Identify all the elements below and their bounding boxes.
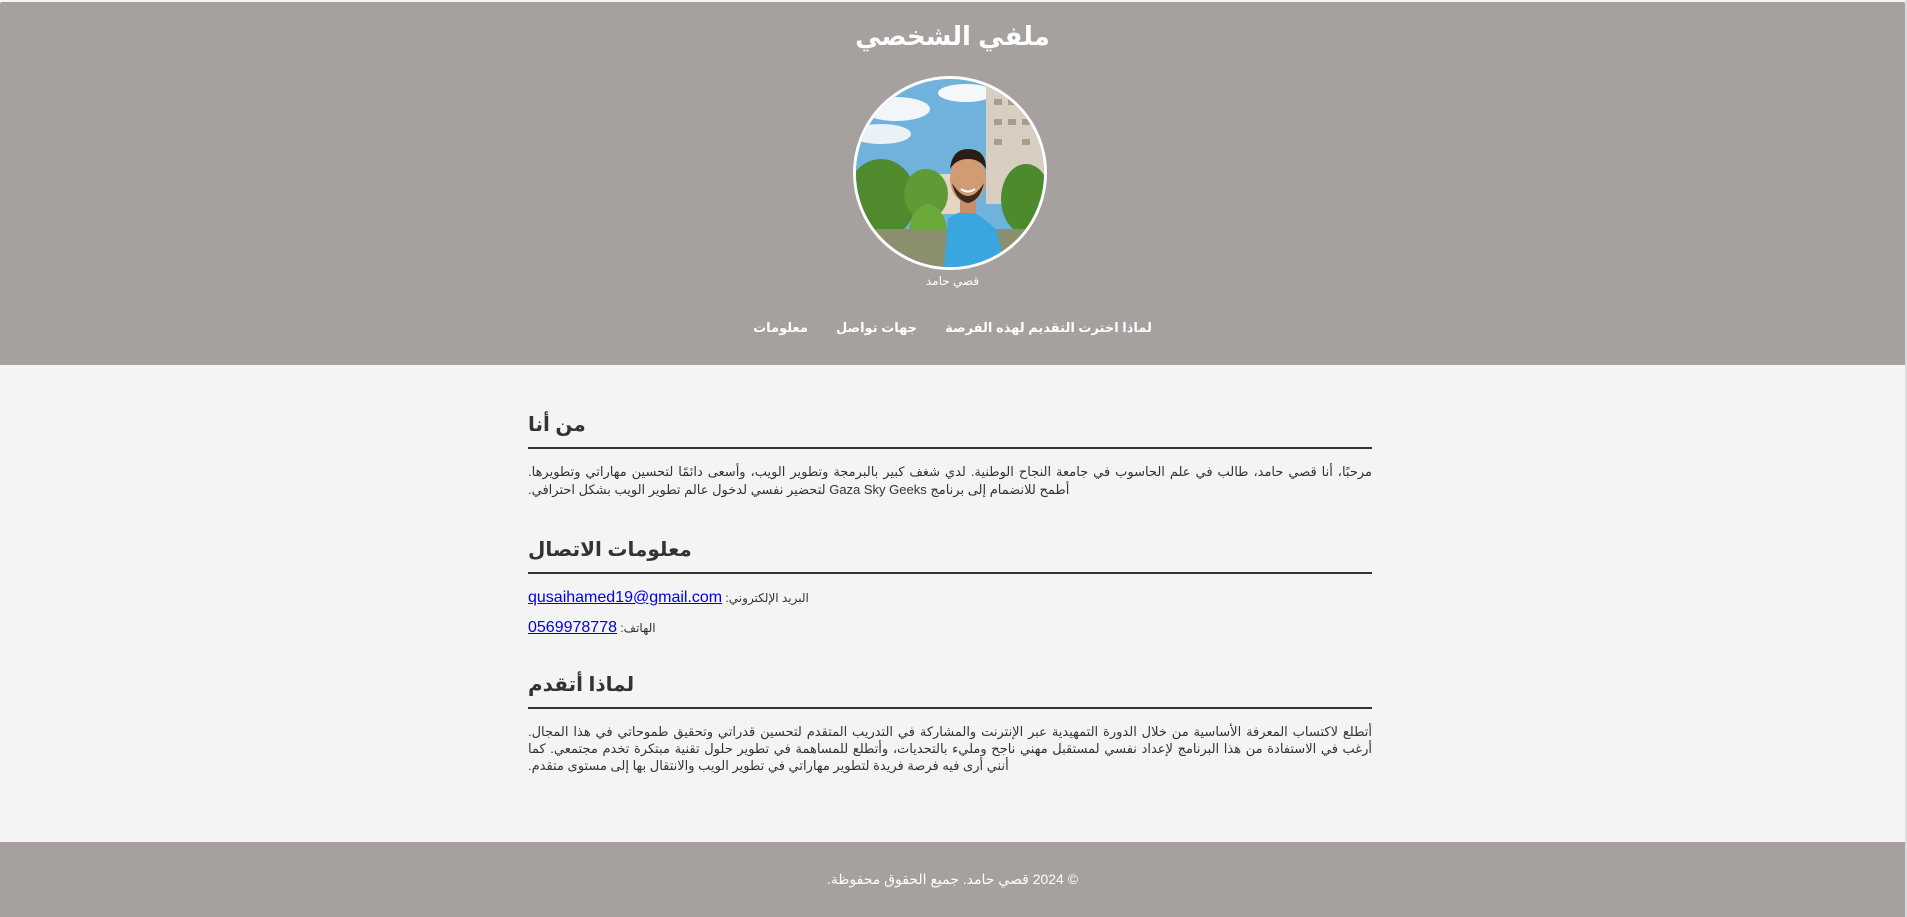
why-section: لماذا أتقدم أتطلع لاكتساب المعرفة الأساس… bbox=[528, 672, 1372, 774]
page-title: ملفي الشخصي bbox=[855, 21, 1050, 51]
about-text: مرحبًا، أنا قصي حامد، طالب في علم الحاسو… bbox=[528, 464, 1372, 497]
site-footer: © 2024 قصي حامد. جميع الحقوق محفوظة. bbox=[0, 842, 1905, 917]
contact-section: معلومات الاتصال البريد الإلكتروني: qusai… bbox=[528, 537, 1372, 636]
about-heading: من أنا bbox=[528, 400, 1372, 449]
phone-link[interactable]: 0569978778 bbox=[528, 619, 617, 636]
nav-item-contacts: جهات تواصل bbox=[836, 320, 917, 336]
contact-heading: معلومات الاتصال bbox=[528, 537, 1372, 574]
email-link[interactable]: qusaihamed19@gmail.com bbox=[528, 589, 722, 606]
main-nav: لماذا اخترت التقديم لهذه الفرصة جهات توا… bbox=[0, 320, 1905, 336]
nav-link-info[interactable]: معلومات bbox=[753, 320, 808, 335]
about-section: من أنا مرحبًا، أنا قصي حامد، طالب في علم… bbox=[528, 400, 1372, 499]
phone-row: الهاتف: 0569978778 bbox=[528, 620, 1372, 636]
why-heading: لماذا أتقدم bbox=[528, 672, 1372, 709]
nav-link-why[interactable]: لماذا اخترت التقديم لهذه الفرصة bbox=[945, 320, 1152, 335]
main-content: من أنا مرحبًا، أنا قصي حامد، طالب في علم… bbox=[528, 400, 1372, 774]
email-label: البريد الإلكتروني: bbox=[725, 591, 809, 605]
profile-name-caption: قصي حامد bbox=[925, 274, 980, 288]
site-header: ملفي الشخصي قصي حامد لماذا اخترت التقديم… bbox=[0, 2, 1905, 365]
email-row: البريد الإلكتروني: qusaihamed19@gmail.co… bbox=[528, 590, 1372, 606]
profile-photo bbox=[853, 76, 1047, 270]
copyright-text: © 2024 قصي حامد. جميع الحقوق محفوظة. bbox=[826, 871, 1079, 887]
nav-link-contacts[interactable]: جهات تواصل bbox=[836, 320, 917, 335]
page: ملفي الشخصي قصي حامد لماذا اخترت التقديم… bbox=[0, 0, 1907, 917]
nav-item-why: لماذا اخترت التقديم لهذه الفرصة bbox=[945, 320, 1152, 336]
phone-label: الهاتف: bbox=[620, 621, 656, 635]
nav-item-info: معلومات bbox=[753, 320, 808, 336]
why-text: أتطلع لاكتساب المعرفة الأساسية من خلال ا… bbox=[528, 724, 1372, 773]
